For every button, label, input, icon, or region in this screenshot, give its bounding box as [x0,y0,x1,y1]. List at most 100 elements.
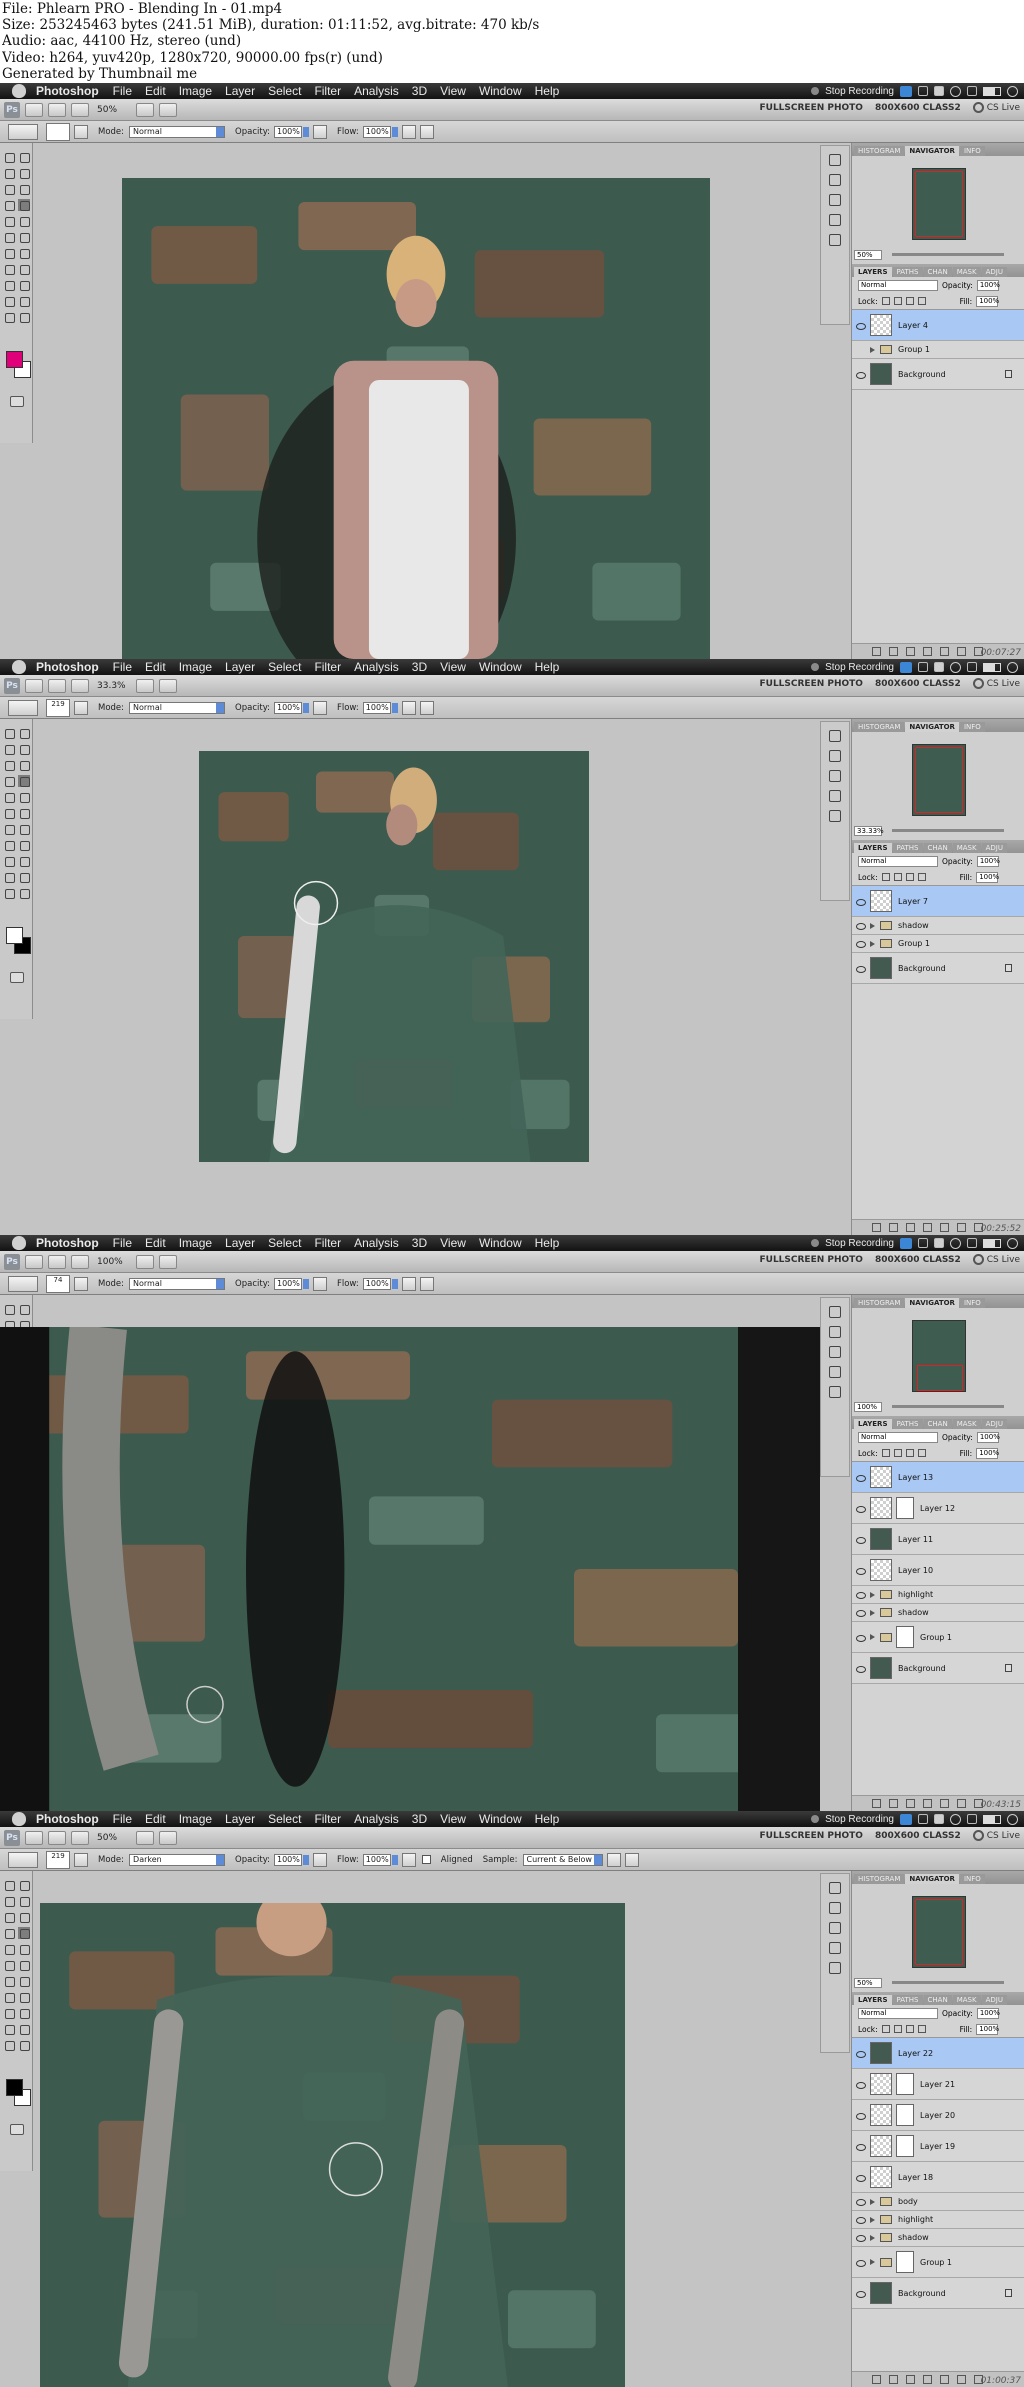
view-extras-button[interactable] [71,102,89,117]
app-menu[interactable]: Photoshop [36,1812,99,1826]
workspace-fullscreen-photo[interactable]: FULLSCREEN PHOTO [759,679,862,689]
path-select-tool-icon[interactable] [3,279,15,291]
menu-filter[interactable]: Filter [314,84,341,98]
visibility-eye-icon[interactable] [855,938,866,949]
brush-panel-toggle[interactable] [74,1276,88,1291]
flow-dropdown[interactable] [391,1854,398,1865]
3d-orbit-tool-icon[interactable] [18,295,30,307]
app-menu[interactable]: Photoshop [36,84,99,98]
new-layer-icon[interactable] [957,647,966,656]
navigator-zoom-slider[interactable] [892,1405,1004,1408]
tab-paths[interactable]: PATHS [892,267,923,277]
workspace-preset[interactable]: 800X600 CLASS2 [875,1255,961,1265]
history-panel-icon[interactable] [829,1306,841,1318]
layer-row[interactable]: Layer 11 [852,1524,1024,1555]
workspace-preset[interactable]: 800X600 CLASS2 [875,103,961,113]
stop-recording-button[interactable]: Stop Recording [825,1238,894,1249]
spotlight-icon[interactable] [1007,85,1018,97]
menu-view[interactable]: View [440,1236,466,1250]
app-menu[interactable]: Photoshop [36,1236,99,1250]
mini-bridge-button[interactable] [48,1254,66,1269]
hand-tool-icon[interactable] [3,311,15,323]
layer-mask-thumbnail[interactable] [896,1626,914,1648]
zoom-level-field[interactable]: 50% [97,103,131,116]
flow-field[interactable]: 100% [362,1277,391,1290]
menu-edit[interactable]: Edit [145,1236,166,1250]
visibility-eye-icon[interactable] [855,369,866,380]
pressure-opacity-button[interactable] [312,700,327,715]
menu-analysis[interactable]: Analysis [354,1812,399,1826]
tab-layers[interactable]: LAYERS [854,1419,892,1429]
menu-help[interactable]: Help [535,84,560,98]
tab-info[interactable]: INFO [959,722,985,732]
layer-row[interactable]: Group 1 [852,935,1024,953]
marquee-tool-icon[interactable] [18,1303,30,1315]
opacity-field[interactable]: 100% [273,125,302,138]
spotlight-icon[interactable] [1007,1813,1018,1825]
tab-paths[interactable]: PATHS [892,1419,923,1429]
layer-thumbnail[interactable] [870,1559,892,1581]
lock-all-icon[interactable] [917,2025,926,2033]
opacity-dropdown[interactable] [302,702,309,713]
navigator-view-box[interactable] [915,171,963,237]
menu-3d[interactable]: 3D [412,84,427,98]
clone-stamp-tool-icon[interactable] [3,791,15,803]
hand-tool-icon[interactable] [3,887,15,899]
menu-3d[interactable]: 3D [412,1236,427,1250]
tab-paths[interactable]: PATHS [892,843,923,853]
layer-mask-thumbnail[interactable] [896,1497,914,1519]
navigator-zoom-slider[interactable] [892,253,1004,256]
layer-thumbnail[interactable] [870,2042,892,2064]
arrange-documents-button[interactable] [136,1254,154,1269]
menu-edit[interactable]: Edit [145,660,166,674]
adjustment-layer-icon[interactable] [923,647,932,656]
cs-live-button[interactable]: CS Live [972,1254,1020,1265]
visibility-eye-icon[interactable] [855,1472,866,1483]
workspace-preset[interactable]: 800X600 CLASS2 [875,679,961,689]
menu-view[interactable]: View [440,1812,466,1826]
view-extras-button[interactable] [71,1830,89,1845]
pressure-size-button[interactable] [419,124,434,139]
view-extras-button[interactable] [71,678,89,693]
zoom-level-field[interactable]: 33.3% [97,679,131,692]
layer-fill-field[interactable]: 100% [976,1447,999,1459]
brush-panel-toggle[interactable] [74,1852,88,1867]
healing-tool-icon[interactable] [3,199,15,211]
history-brush-tool-icon[interactable] [18,215,30,227]
marquee-tool-icon[interactable] [18,727,30,739]
menu-view[interactable]: View [440,84,466,98]
clone-source-panel-icon[interactable] [829,1366,841,1378]
screen-mode-button[interactable] [159,1830,177,1845]
quick-mask-button[interactable] [10,972,24,983]
add-mask-icon[interactable] [906,2375,915,2384]
navigator-view-box[interactable] [917,1365,963,1391]
visibility-eye-icon[interactable] [855,320,866,331]
arrange-documents-button[interactable] [136,102,154,117]
layer-blend-mode-select[interactable]: Normal [858,2007,938,2019]
type-tool-icon[interactable] [18,1991,30,2003]
tab-histogram[interactable]: HISTOGRAM [854,1874,905,1884]
brush-size-preset[interactable]: 74 [46,1274,70,1293]
visibility-eye-icon[interactable] [855,920,866,931]
layer-row[interactable]: shadow [852,1604,1024,1622]
menu-select[interactable]: Select [268,660,301,674]
layer-row[interactable]: shadow [852,2229,1024,2247]
lock-position-icon[interactable] [905,2025,914,2033]
actions-panel-icon[interactable] [829,750,841,762]
workspace-preset[interactable]: 800X600 CLASS2 [875,1831,961,1841]
flow-field[interactable]: 100% [362,1853,391,1866]
pen-tool-icon[interactable] [3,839,15,851]
paragraph-panel-icon[interactable] [829,234,841,246]
layer-row[interactable]: highlight [852,2211,1024,2229]
eyedropper-tool-icon[interactable] [18,759,30,771]
layer-row[interactable]: body [852,2193,1024,2211]
3d-rotate-tool-icon[interactable] [3,871,15,883]
flow-dropdown[interactable] [391,1278,398,1289]
gradient-tool-icon[interactable] [18,231,30,243]
lock-pixels-icon[interactable] [893,2025,902,2033]
cs-live-button[interactable]: CS Live [972,102,1020,113]
spotlight-icon[interactable] [1007,1237,1018,1249]
pressure-size-button[interactable] [419,700,434,715]
eraser-tool-icon[interactable] [3,231,15,243]
path-select-tool-icon[interactable] [3,855,15,867]
